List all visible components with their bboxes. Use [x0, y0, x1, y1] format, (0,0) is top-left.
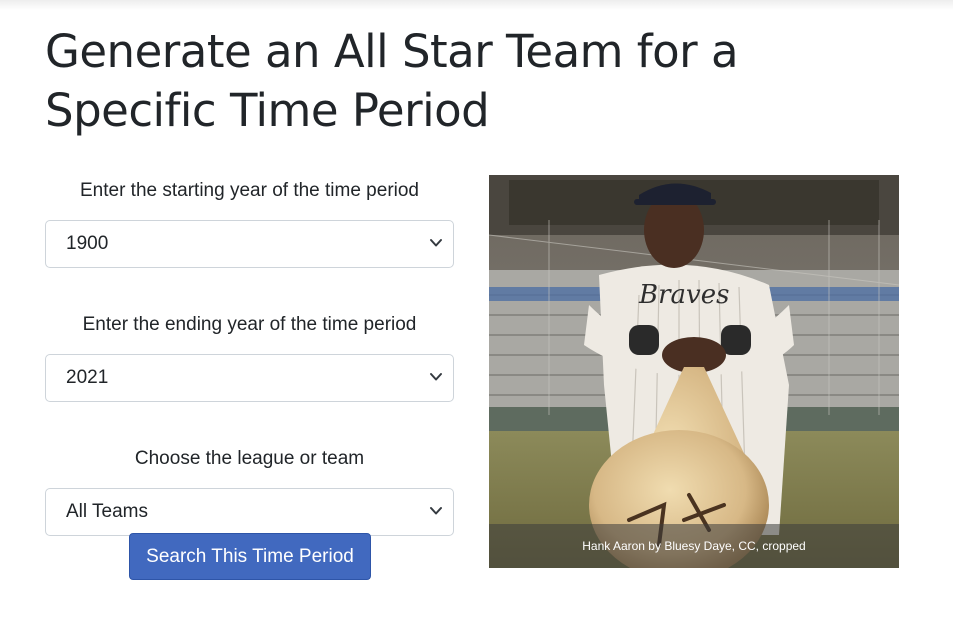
end-year-select[interactable]: 2021 [45, 354, 454, 402]
end-year-value: 2021 [66, 367, 109, 388]
team-label: Choose the league or team [134, 448, 365, 469]
end-year-label: Enter the ending year of the time period [82, 314, 417, 335]
team-value: All Teams [66, 501, 149, 522]
page-title: Generate an All Star Team for a Specific… [45, 25, 739, 137]
team-select[interactable]: All Teams [45, 488, 454, 536]
start-year-label: Enter the starting year of the time peri… [79, 180, 419, 201]
chevron-down-icon [430, 507, 442, 515]
time-period-form: Enter the starting year of the time peri… [45, 178, 454, 580]
top-shadow [0, 0, 953, 10]
start-year-select[interactable]: 1900 [45, 220, 454, 268]
photo-caption: Hank Aaron by Bluesy Daye, CC, cropped [489, 524, 899, 568]
hank-aaron-photo: Braves Hank Aaron by Bluesy Daye, CC, cr… [489, 175, 899, 568]
chevron-down-icon [430, 373, 442, 381]
start-year-value: 1900 [66, 233, 109, 254]
search-button[interactable]: Search This Time Period [129, 533, 371, 580]
photo-illustration: Braves [489, 175, 899, 568]
chevron-down-icon [430, 239, 442, 247]
svg-text:Braves: Braves [638, 280, 729, 310]
